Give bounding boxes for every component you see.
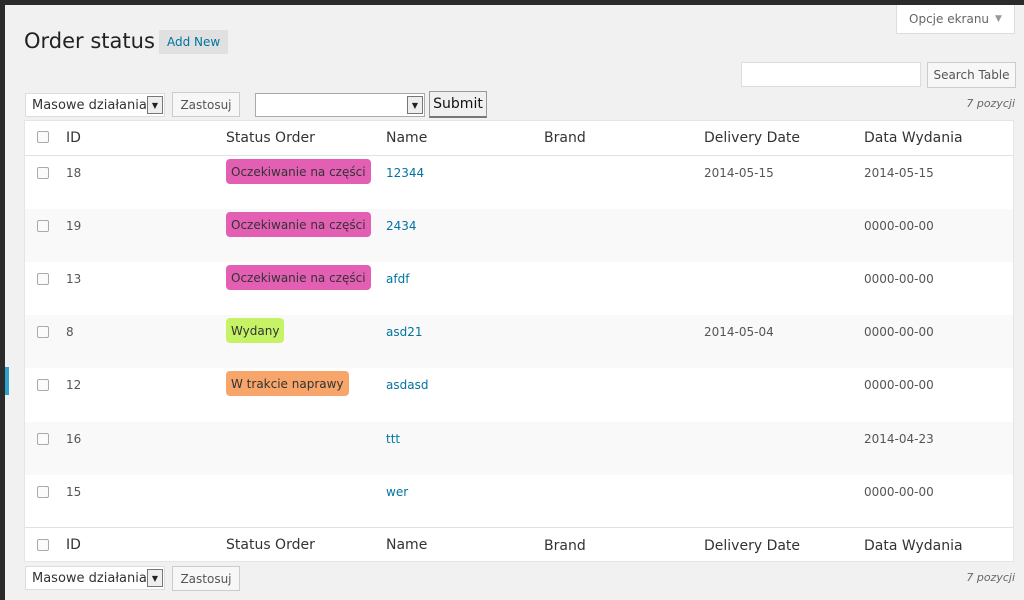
table-row: 12 W trakcie naprawy asdasd 0000-00-00 [25, 368, 1013, 421]
row-checkbox[interactable] [37, 379, 49, 392]
status-badge: Wydany [226, 318, 285, 344]
column-header-name[interactable]: Name [386, 130, 427, 146]
screen-options-label: Opcje ekranu [909, 12, 990, 26]
row-name-link[interactable]: afdf [386, 272, 409, 286]
row-delivery-date: 2014-05-15 [704, 166, 774, 180]
row-name-link[interactable]: 12344 [386, 166, 424, 180]
dropdown-arrow-icon[interactable]: ▼ [147, 96, 163, 114]
orders-table: ID Status Order Name Brand Delivery Date… [24, 120, 1014, 562]
row-name-link[interactable]: asd21 [386, 325, 423, 339]
row-checkbox[interactable] [37, 220, 49, 233]
apply-button-top[interactable]: Zastosuj [172, 92, 240, 117]
column-header-id[interactable]: ID [66, 130, 81, 146]
row-issue-date: 0000-00-00 [864, 325, 934, 340]
row-issue-date: 0000-00-00 [864, 272, 934, 287]
column-header-issue-date[interactable]: Data Wydania [864, 130, 963, 146]
table-row: 8 Wydany asd21 2014-05-04 0000-00-00 [25, 315, 1013, 369]
status-badge: Oczekiwanie na części [226, 159, 371, 184]
row-checkbox[interactable] [37, 485, 49, 498]
row-name-link[interactable]: ttt [386, 432, 400, 446]
row-id: 12 [66, 378, 82, 393]
item-count-top: 7 pozycji [966, 97, 1015, 110]
apply-button-bottom[interactable]: Zastosuj [172, 566, 240, 591]
row-id: 16 [66, 431, 82, 446]
search-table-button[interactable]: Search Table [927, 62, 1016, 88]
table-row: 16 ttt 2014-04-23 [25, 421, 1013, 475]
column-footer-status[interactable]: Status Order [226, 537, 315, 553]
row-name-link[interactable]: wer [386, 485, 408, 499]
row-checkbox[interactable] [37, 432, 49, 445]
row-delivery-date: 2014-05-04 [704, 325, 774, 340]
admin-page: Opcje ekranu ▼ Order status Add New Sear… [5, 5, 1024, 600]
status-badge: W trakcie naprawy [226, 371, 349, 397]
row-issue-date: 0000-00-00 [864, 378, 934, 393]
sidebar-accent [5, 367, 9, 395]
column-header-delivery-date[interactable]: Delivery Date [704, 130, 800, 146]
column-header-status[interactable]: Status Order [226, 130, 315, 146]
bulk-actions-select-top[interactable]: Masowe działania ▼ [25, 93, 165, 117]
submit-button[interactable]: Submit [429, 91, 487, 118]
row-issue-date: 0000-00-00 [864, 219, 934, 234]
row-id: 15 [66, 484, 82, 499]
table-row: 19 Oczekiwanie na części 2434 0000-00-00 [25, 209, 1013, 263]
row-checkbox[interactable] [37, 273, 49, 286]
column-footer-name[interactable]: Name [386, 537, 427, 553]
screen-options-button[interactable]: Opcje ekranu ▼ [896, 5, 1015, 34]
dropdown-arrow-icon[interactable]: ▼ [407, 96, 423, 114]
status-badge: Oczekiwanie na części [226, 265, 371, 291]
status-filter-select[interactable]: ▼ [255, 93, 425, 117]
status-badge: Oczekiwanie na części [226, 212, 371, 238]
column-header-brand[interactable]: Brand [544, 130, 586, 146]
select-all-checkbox[interactable] [37, 131, 49, 143]
row-checkbox[interactable] [37, 326, 49, 339]
row-name-link[interactable]: 2434 [386, 219, 417, 233]
column-footer-brand[interactable]: Brand [544, 538, 586, 554]
bulk-actions-value: Masowe działania [32, 570, 147, 586]
table-header-row: ID Status Order Name Brand Delivery Date… [25, 121, 1013, 155]
column-footer-delivery-date[interactable]: Delivery Date [704, 538, 800, 554]
row-id: 19 [66, 219, 82, 234]
bulk-actions-value: Masowe działania [32, 97, 147, 113]
row-id: 18 [66, 166, 82, 180]
dropdown-arrow-icon[interactable]: ▼ [147, 569, 163, 587]
row-id: 13 [66, 272, 82, 287]
row-issue-date: 2014-05-15 [864, 166, 934, 180]
row-checkbox[interactable] [37, 167, 49, 179]
row-issue-date: 2014-04-23 [864, 431, 934, 446]
add-new-button[interactable]: Add New [159, 30, 229, 54]
row-issue-date: 0000-00-00 [864, 484, 934, 499]
item-count-bottom: 7 pozycji [966, 571, 1015, 584]
caret-down-icon: ▼ [995, 14, 1002, 24]
table-row: 15 wer 0000-00-00 [25, 475, 1013, 528]
table-footer-row: ID Status Order Name Brand Delivery Date… [25, 528, 1013, 562]
table-row: 18 Oczekiwanie na części 12344 2014-05-15 20… [25, 156, 1013, 209]
table-row: 13 Oczekiwanie na części afdf 0000-00-00 [25, 262, 1013, 315]
column-footer-id[interactable]: ID [66, 537, 81, 553]
column-footer-issue-date[interactable]: Data Wydania [864, 538, 963, 554]
row-id: 8 [66, 325, 74, 340]
select-all-checkbox-footer[interactable] [37, 539, 49, 551]
bulk-actions-select-bottom[interactable]: Masowe działania ▼ [25, 566, 165, 590]
page-title: Order status [24, 29, 155, 53]
row-name-link[interactable]: asdasd [386, 378, 428, 392]
search-input[interactable] [741, 62, 921, 87]
